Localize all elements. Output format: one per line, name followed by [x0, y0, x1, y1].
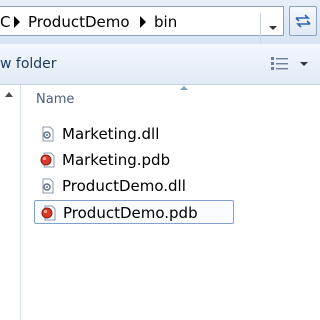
- breadcrumb-root[interactable]: C: [0, 13, 10, 31]
- file-name: Marketing.dll: [62, 125, 160, 143]
- address-history-dropdown[interactable]: [260, 13, 284, 43]
- details-view-icon: [271, 57, 288, 70]
- scroll-up-arrow-icon[interactable]: [5, 92, 13, 97]
- address-bar-area: C ProductDemo bin: [0, 0, 320, 44]
- file-name: ProductDemo.dll: [62, 177, 186, 195]
- file-name: Marketing.pdb: [62, 151, 171, 169]
- name-column-header[interactable]: Name: [36, 92, 74, 107]
- refresh-icon: [295, 14, 311, 28]
- command-bar: w folder: [0, 44, 320, 85]
- file-row[interactable]: Marketing.pdb: [34, 148, 234, 172]
- change-view-button[interactable]: [270, 55, 290, 73]
- dll-file-icon: [42, 178, 54, 194]
- refresh-button[interactable]: [289, 6, 317, 36]
- breadcrumb-chevron-icon[interactable]: [14, 16, 20, 28]
- pdb-file-icon: [41, 205, 56, 221]
- dll-file-icon: [42, 126, 54, 142]
- file-name: ProductDemo.pdb: [63, 204, 198, 222]
- navigation-pane[interactable]: [0, 85, 21, 320]
- file-row-focused[interactable]: ProductDemo.pdb: [34, 200, 234, 224]
- sort-ascending-icon: [180, 86, 188, 90]
- new-folder-button[interactable]: w folder: [0, 56, 57, 72]
- file-row[interactable]: Marketing.dll: [34, 122, 234, 146]
- breadcrumb-bin[interactable]: bin: [154, 13, 177, 31]
- address-box[interactable]: C ProductDemo bin: [0, 6, 284, 43]
- breadcrumb-productdemo[interactable]: ProductDemo: [28, 13, 130, 31]
- view-options-dropdown-icon[interactable]: [300, 62, 308, 66]
- file-row[interactable]: ProductDemo.dll: [34, 174, 234, 198]
- breadcrumb-chevron-icon[interactable]: [140, 16, 146, 28]
- pdb-file-icon: [40, 152, 55, 168]
